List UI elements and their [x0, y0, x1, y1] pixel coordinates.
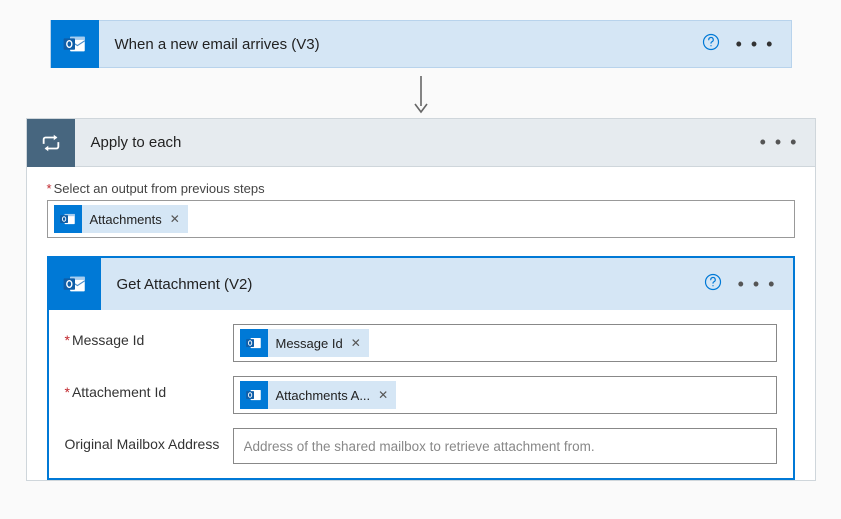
token-remove-icon[interactable]: ✕ [170, 212, 180, 226]
param-row-attachment-id: *Attachement Id [65, 376, 777, 414]
param-row-message-id: *Message Id [65, 324, 777, 362]
trigger-title: When a new email arrives (V3) [99, 36, 694, 53]
original-mailbox-input[interactable] [233, 428, 777, 464]
apply-to-each-title: Apply to each [75, 134, 752, 151]
token-label: Message Id [276, 336, 343, 351]
trigger-card[interactable]: When a new email arrives (V3) • • • [50, 20, 792, 68]
original-mailbox-label: Original Mailbox Address [65, 428, 233, 452]
outlook-connector-icon [62, 31, 88, 57]
apply-to-each-card: Apply to each • • • *Select an output fr… [26, 118, 816, 481]
param-row-original-mailbox: Original Mailbox Address [65, 428, 777, 464]
outlook-icon [54, 205, 82, 233]
help-icon[interactable] [696, 273, 730, 296]
select-output-input[interactable]: Attachments ✕ [47, 200, 795, 238]
attachment-id-input[interactable]: Attachments A... ✕ [233, 376, 777, 414]
loop-icon [27, 119, 75, 167]
get-attachment-header[interactable]: Get Attachment (V2) • • • [49, 258, 793, 310]
outlook-icon [240, 329, 268, 357]
token-label: Attachments A... [276, 388, 371, 403]
message-id-label: *Message Id [65, 324, 233, 348]
flow-arrow [0, 76, 841, 114]
token-remove-icon[interactable]: ✕ [351, 336, 361, 350]
attachment-id-label-text: Attachement Id [72, 384, 166, 400]
more-icon[interactable]: • • • [752, 132, 815, 153]
outlook-icon [51, 20, 99, 68]
attachment-id-label: *Attachement Id [65, 376, 233, 400]
attachment-id-token[interactable]: Attachments A... ✕ [240, 381, 397, 409]
select-output-label-text: Select an output from previous steps [54, 181, 265, 196]
get-attachment-card: Get Attachment (V2) • • • *Message Id [47, 256, 795, 480]
token-label: Attachments [90, 212, 162, 227]
outlook-icon [49, 258, 101, 310]
get-attachment-title: Get Attachment (V2) [101, 276, 696, 293]
outlook-icon [240, 381, 268, 409]
help-icon[interactable] [694, 33, 728, 56]
more-icon[interactable]: • • • [730, 274, 793, 295]
message-id-input[interactable]: Message Id ✕ [233, 324, 777, 362]
apply-to-each-header[interactable]: Apply to each • • • [27, 119, 815, 167]
token-remove-icon[interactable]: ✕ [378, 388, 388, 402]
attachments-token[interactable]: Attachments ✕ [54, 205, 188, 233]
more-icon[interactable]: • • • [728, 39, 791, 49]
select-output-label: *Select an output from previous steps [47, 181, 795, 196]
message-id-label-text: Message Id [72, 332, 144, 348]
message-id-token[interactable]: Message Id ✕ [240, 329, 369, 357]
